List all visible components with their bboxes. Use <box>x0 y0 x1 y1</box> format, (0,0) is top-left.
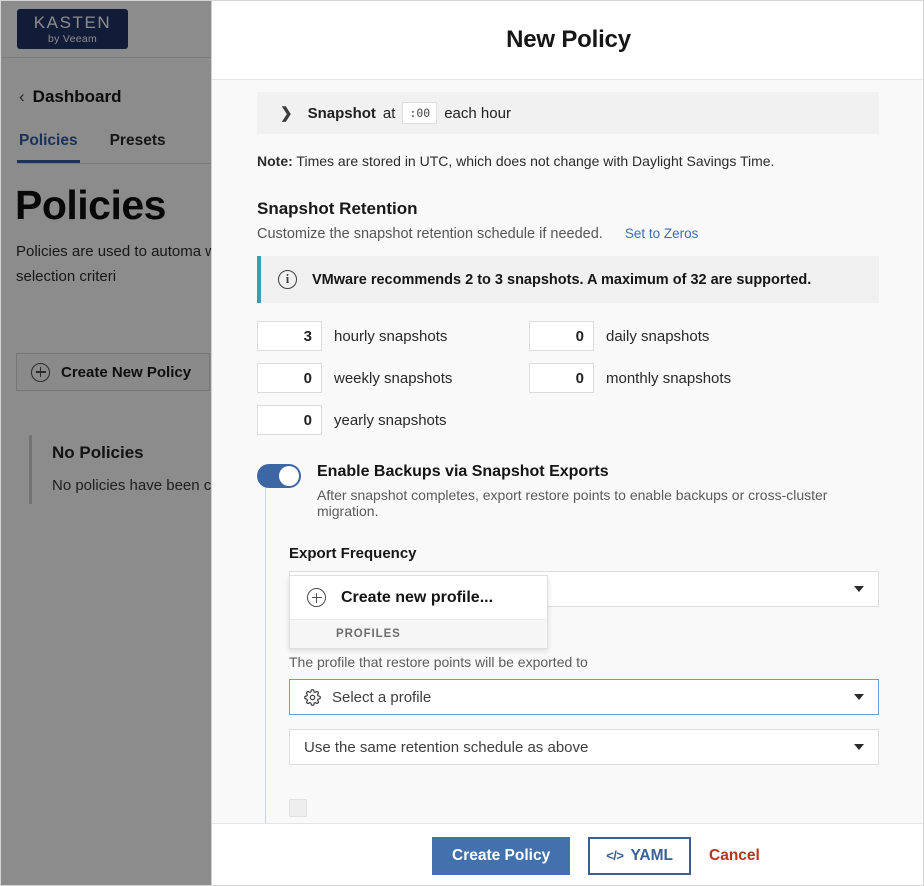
snapshot-retention-title: Snapshot Retention <box>257 199 418 218</box>
retention-field-weekly: weekly snapshots <box>257 363 529 393</box>
weekly-snapshots-input[interactable] <box>257 363 322 393</box>
chevron-down-icon <box>854 586 864 592</box>
monthly-snapshots-input[interactable] <box>529 363 594 393</box>
vmware-info-banner: i VMware recommends 2 to 3 snapshots. A … <box>257 256 879 303</box>
section-rail <box>265 477 266 823</box>
code-icon: </> <box>606 848 624 863</box>
weekly-snapshots-label: weekly snapshots <box>334 369 453 387</box>
daily-snapshots-input[interactable] <box>529 321 594 351</box>
export-location-profile-help: The profile that restore points will be … <box>289 654 588 670</box>
modal-footer: Create Policy </> YAML Cancel <box>212 823 923 885</box>
utc-note: Note: Times are stored in UTC, which doe… <box>257 153 903 169</box>
create-new-profile-label: Create new profile... <box>341 588 494 606</box>
yaml-button[interactable]: </> YAML <box>588 836 692 875</box>
set-to-zeros-link[interactable]: Set to Zeros <box>625 226 699 241</box>
snapshot-retention-subtitle-row: Customize the snapshot retention schedul… <box>257 226 903 242</box>
enable-backups-texts: Enable Backups via Snapshot Exports Afte… <box>317 463 879 519</box>
utc-note-prefix: Note: <box>257 153 293 169</box>
daily-snapshots-label: daily snapshots <box>606 327 710 345</box>
export-retention-select[interactable]: Use the same retention schedule as above <box>289 729 879 765</box>
export-frequency-label: Export Frequency <box>289 545 417 562</box>
modal-body: ❯ Snapshot at :00 each hour Note: Times … <box>212 80 923 823</box>
retention-field-daily: daily snapshots <box>529 321 903 351</box>
retention-fields-grid: hourly snapshots daily snapshots weekly … <box>257 321 903 435</box>
cut-off-checkbox-row[interactable] <box>289 799 879 817</box>
snapshot-at-text: at <box>382 104 396 122</box>
info-circle-icon: i <box>278 270 297 289</box>
chevron-down-icon <box>854 744 864 750</box>
hourly-snapshots-label: hourly snapshots <box>334 327 448 345</box>
export-location-profile-group: Export Location Profile The profile that… <box>289 575 879 715</box>
monthly-snapshots-label: monthly snapshots <box>606 369 732 387</box>
snapshot-exports-section: Enable Backups via Snapshot Exports Afte… <box>257 463 879 823</box>
plus-circle-icon <box>307 588 326 607</box>
create-policy-button[interactable]: Create Policy <box>432 836 571 875</box>
modal-title: New Policy <box>506 26 631 53</box>
yaml-button-label: YAML <box>630 846 674 864</box>
modal-scroll-content: ❯ Snapshot at :00 each hour Note: Times … <box>212 80 923 823</box>
cancel-button[interactable]: Cancel <box>709 847 760 865</box>
screen-root: KASTEN by Veeam ‹ Dashboard Policies Pre… <box>0 0 924 886</box>
new-policy-modal: New Policy ❯ Snapshot at :00 each hour N… <box>211 1 923 885</box>
gear-icon <box>304 688 321 706</box>
export-retention-group: Use the same retention schedule as above <box>289 729 879 765</box>
snapshot-each-hour-text: each hour <box>444 104 511 122</box>
enable-backups-label: Enable Backups via Snapshot Exports <box>317 463 609 480</box>
enable-backups-toggle[interactable] <box>257 464 301 488</box>
vmware-info-text: VMware recommends 2 to 3 snapshots. A ma… <box>312 271 812 288</box>
snapshot-label: Snapshot <box>307 104 376 122</box>
modal-header: New Policy <box>212 1 923 80</box>
retention-field-yearly: yearly snapshots <box>257 405 529 435</box>
export-location-profile-select[interactable]: Select a profile <box>289 679 879 715</box>
chevron-down-icon <box>854 694 864 700</box>
retention-field-hourly: hourly snapshots <box>257 321 529 351</box>
snapshot-schedule-row[interactable]: ❯ Snapshot at :00 each hour <box>257 92 879 134</box>
profiles-group-header: PROFILES <box>290 620 547 648</box>
create-new-profile-item[interactable]: Create new profile... <box>290 576 547 620</box>
enable-backups-help: After snapshot completes, export restore… <box>317 487 828 519</box>
yearly-snapshots-input[interactable] <box>257 405 322 435</box>
profile-dropdown-menu: Create new profile... PROFILES <box>289 575 548 649</box>
chevron-right-icon[interactable]: ❯ <box>280 104 293 122</box>
hourly-snapshots-input[interactable] <box>257 321 322 351</box>
enable-backups-toggle-row: Enable Backups via Snapshot Exports Afte… <box>257 463 879 519</box>
export-location-profile-value: Select a profile <box>332 688 432 706</box>
utc-note-text: Times are stored in UTC, which does not … <box>296 153 775 169</box>
toggle-knob <box>279 466 299 486</box>
yearly-snapshots-label: yearly snapshots <box>334 411 447 429</box>
retention-field-monthly: monthly snapshots <box>529 363 903 393</box>
snapshot-retention-subtitle: Customize the snapshot retention schedul… <box>257 226 603 242</box>
export-retention-value: Use the same retention schedule as above <box>304 738 589 756</box>
snapshot-time-input[interactable]: :00 <box>402 102 438 124</box>
checkbox[interactable] <box>289 799 307 817</box>
